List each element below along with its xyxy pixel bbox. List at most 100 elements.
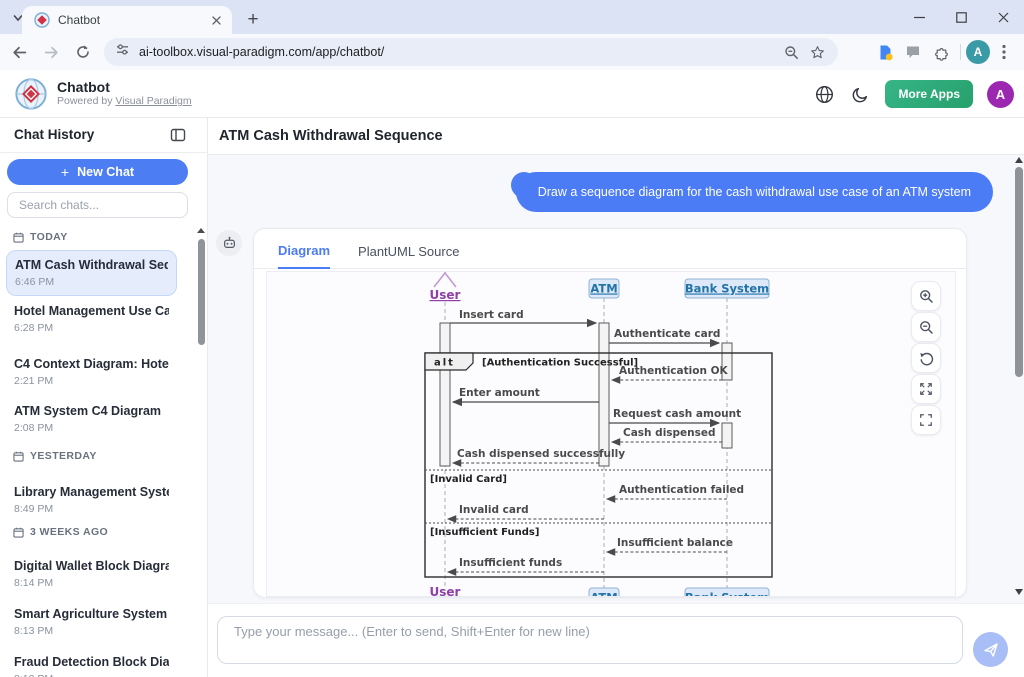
chat-item[interactable]: Digital Wallet Block Diagram 8:14 PM bbox=[6, 552, 177, 596]
chat-scrollbar-thumb[interactable] bbox=[1015, 167, 1023, 377]
activation-user bbox=[440, 323, 450, 466]
zoom-in-button[interactable] bbox=[911, 281, 941, 311]
message-input[interactable] bbox=[217, 616, 963, 664]
message-composer bbox=[208, 603, 1024, 677]
expand-arrows-icon bbox=[919, 382, 933, 396]
diagram-viewport[interactable]: User ATM Bank System alt [Authentica bbox=[266, 271, 956, 597]
chat-scrollbar[interactable] bbox=[1013, 155, 1024, 603]
app-header: Chatbot Powered by Visual Paradigm More … bbox=[0, 70, 1024, 118]
section-header-3-weeks-ago: 3 WEEKS AGO bbox=[13, 526, 108, 538]
sidebar-scrollbar-thumb[interactable] bbox=[198, 239, 205, 345]
more-apps-button[interactable]: More Apps bbox=[885, 80, 973, 108]
chat-history-sidebar: Chat History + New Chat TODAY ATM Cash W… bbox=[0, 118, 208, 677]
app-logo-icon bbox=[14, 77, 48, 111]
back-icon[interactable] bbox=[6, 39, 32, 65]
sidebar-divider bbox=[0, 152, 207, 153]
reset-rotate-icon bbox=[919, 351, 934, 366]
window-minimize-button[interactable] bbox=[898, 0, 940, 34]
section-header-yesterday: YESTERDAY bbox=[13, 450, 97, 462]
visual-paradigm-link[interactable]: Visual Paradigm bbox=[115, 95, 191, 107]
browser-tab[interactable]: Chatbot bbox=[22, 6, 232, 34]
new-tab-button[interactable]: + bbox=[240, 7, 266, 33]
extensions-puzzle-icon[interactable] bbox=[927, 38, 955, 66]
chrome-profile-avatar[interactable]: A bbox=[966, 40, 990, 64]
chat-area: Draw a sequence diagram for the cash wit… bbox=[208, 155, 1024, 603]
window-close-button[interactable] bbox=[982, 0, 1024, 34]
send-button[interactable] bbox=[973, 632, 1008, 667]
browser-window: Chatbot + ai-toolbox.visual-paradigm.com… bbox=[0, 0, 1024, 677]
chat-item-selected[interactable]: ATM Cash Withdrawal Seque... 6:46 PM bbox=[6, 250, 177, 296]
assistant-avatar bbox=[216, 230, 242, 256]
participant-atm-top: ATM bbox=[590, 282, 617, 296]
message-auth-ok: Authentication OK bbox=[619, 365, 729, 377]
dark-mode-moon-icon[interactable] bbox=[849, 83, 871, 105]
chat-item[interactable]: Hotel Management Use Case 6:28 PM bbox=[6, 297, 177, 341]
fullscreen-button[interactable] bbox=[911, 405, 941, 435]
language-globe-icon[interactable] bbox=[813, 83, 835, 105]
tab-diagram[interactable]: Diagram bbox=[278, 243, 330, 269]
bookmark-star-icon[interactable] bbox=[806, 41, 828, 63]
scroll-up-arrow-icon[interactable] bbox=[197, 228, 205, 233]
sidebar-scrollbar[interactable] bbox=[197, 228, 206, 677]
chat-item[interactable]: Fraud Detection Block Diagr... 8:13 PM bbox=[6, 648, 177, 677]
chat-item[interactable]: Smart Agriculture System Ar... 8:13 PM bbox=[6, 600, 177, 644]
tab-plantuml-source[interactable]: PlantUML Source bbox=[358, 244, 459, 268]
chat-item[interactable]: ATM System C4 Diagram 2:08 PM bbox=[6, 397, 177, 441]
message-auth-failed: Authentication failed bbox=[619, 484, 744, 496]
plus-icon: + bbox=[61, 164, 69, 180]
search-chats-input[interactable] bbox=[7, 192, 188, 218]
assistant-response-card: Diagram PlantUML Source User bbox=[253, 228, 967, 598]
powered-by: Powered by Visual Paradigm bbox=[57, 95, 192, 108]
zoom-out-icon bbox=[919, 320, 934, 335]
message-request-cash: Request cash amount bbox=[613, 408, 741, 420]
sequence-diagram: User ATM Bank System alt [Authentica bbox=[267, 272, 956, 597]
tab-close-icon[interactable] bbox=[208, 12, 224, 28]
collapse-sidebar-icon[interactable] bbox=[168, 125, 188, 145]
chat-item[interactable]: C4 Context Diagram: Hotel ... 2:21 PM bbox=[6, 350, 177, 394]
fullscreen-brackets-icon bbox=[919, 413, 933, 427]
message-cash-dispensed: Cash dispensed bbox=[623, 427, 716, 439]
toolbar-separator bbox=[960, 44, 961, 60]
user-actor-figure bbox=[434, 272, 456, 287]
new-chat-label: New Chat bbox=[77, 165, 134, 179]
menu-kebab-icon[interactable] bbox=[990, 38, 1018, 66]
scroll-down-arrow-icon[interactable] bbox=[1015, 589, 1023, 595]
window-maximize-button[interactable] bbox=[940, 0, 982, 34]
reset-view-button[interactable] bbox=[911, 343, 941, 373]
address-bar[interactable]: ai-toolbox.visual-paradigm.com/app/chatb… bbox=[104, 38, 838, 66]
zoom-out-button[interactable] bbox=[911, 312, 941, 342]
site-info-icon[interactable] bbox=[116, 43, 129, 61]
zoom-in-icon bbox=[919, 289, 934, 304]
calendar-icon bbox=[13, 527, 24, 538]
alt-operator-label: alt bbox=[434, 358, 455, 369]
extensions-row: A bbox=[871, 38, 1018, 66]
message-insufficient-balance: Insufficient balance bbox=[617, 537, 733, 549]
guard-success: [Authentication Successful] bbox=[482, 358, 638, 369]
send-plane-icon bbox=[983, 642, 999, 658]
tab-strip: Chatbot + bbox=[0, 0, 1024, 34]
browser-toolbar: ai-toolbox.visual-paradigm.com/app/chatb… bbox=[0, 34, 1024, 70]
docs-extension-icon[interactable] bbox=[871, 38, 899, 66]
message-invalid-card: Invalid card bbox=[459, 504, 529, 516]
activation-bank-2 bbox=[722, 423, 732, 448]
reload-icon[interactable] bbox=[70, 39, 96, 65]
app-name: Chatbot bbox=[57, 79, 192, 95]
user-account-avatar[interactable]: A bbox=[987, 81, 1014, 108]
guard-insufficient: [Insufficient Funds] bbox=[430, 527, 539, 538]
user-message-bubble: Draw a sequence diagram for the cash wit… bbox=[516, 172, 993, 212]
chat-extension-icon[interactable] bbox=[899, 38, 927, 66]
guard-invalid: [Invalid Card] bbox=[430, 474, 507, 485]
message-enter-amount: Enter amount bbox=[459, 387, 540, 399]
forward-icon[interactable] bbox=[38, 39, 64, 65]
message-insufficient-funds: Insufficient funds bbox=[459, 557, 562, 569]
chat-item[interactable]: Library Management System... 8:49 PM bbox=[6, 478, 177, 522]
page-zoom-icon[interactable] bbox=[780, 41, 802, 63]
scroll-up-arrow-icon[interactable] bbox=[1015, 157, 1023, 163]
robot-icon bbox=[222, 236, 237, 251]
fit-screen-button[interactable] bbox=[911, 374, 941, 404]
calendar-icon bbox=[13, 451, 24, 462]
new-chat-button[interactable]: + New Chat bbox=[7, 159, 188, 185]
actor-user-bottom: User bbox=[430, 585, 461, 597]
participant-bank-top: Bank System bbox=[685, 282, 769, 296]
window-controls bbox=[898, 0, 1024, 34]
